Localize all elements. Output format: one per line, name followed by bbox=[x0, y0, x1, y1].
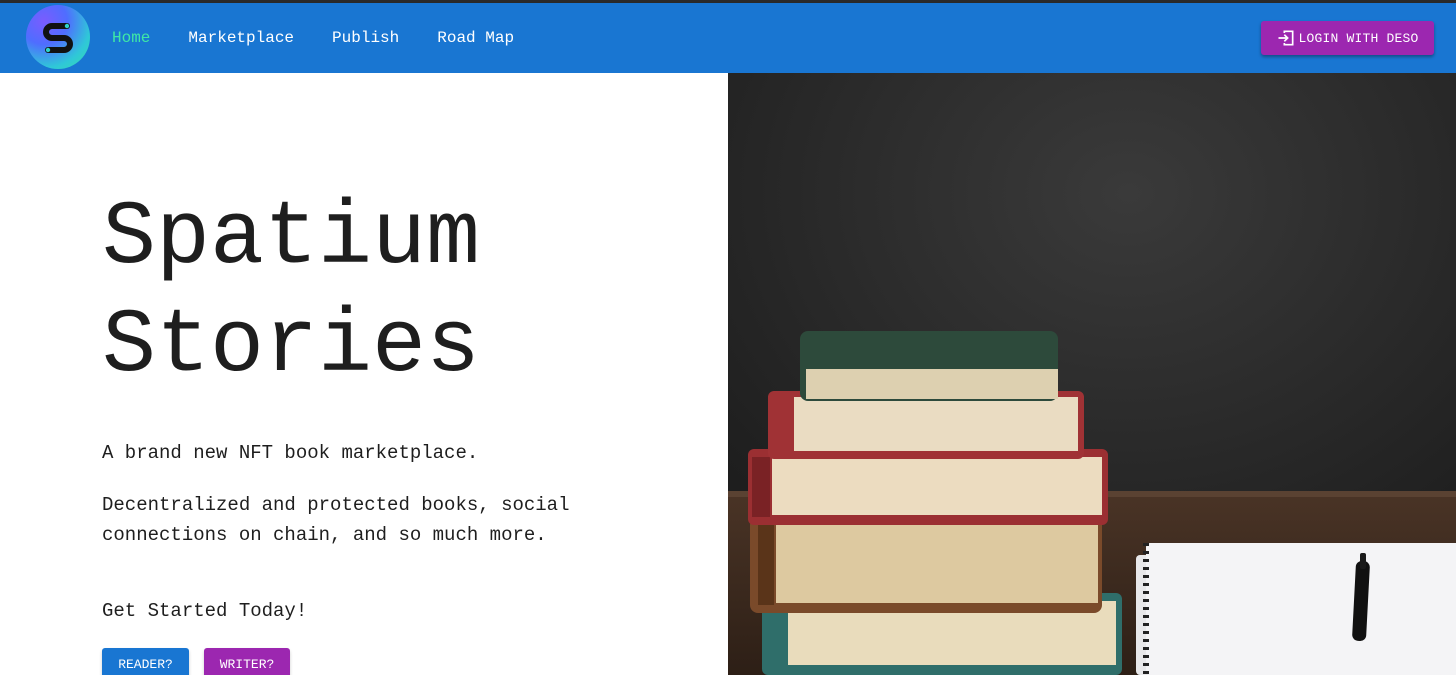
login-button-label: LOGIN WITH DESO bbox=[1298, 30, 1419, 46]
get-started-text: Get Started Today! bbox=[102, 600, 308, 622]
nav-link-road-map[interactable]: Road Map bbox=[437, 29, 514, 47]
notebook bbox=[1136, 543, 1456, 675]
logo[interactable] bbox=[26, 5, 90, 69]
hero-tagline: A brand new NFT book marketplace. bbox=[102, 442, 479, 464]
hero-text-section: Spatium Stories A brand new NFT book mar… bbox=[0, 73, 728, 675]
hero-title: Spatium Stories bbox=[102, 188, 481, 398]
book-brown bbox=[750, 517, 1102, 613]
writer-button[interactable]: WRITER? bbox=[204, 648, 290, 675]
nav-link-home[interactable]: Home bbox=[112, 29, 150, 47]
logo-s-icon bbox=[43, 23, 73, 53]
navbar: Home Marketplace Publish Road Map LOGIN … bbox=[0, 3, 1456, 73]
book-red bbox=[748, 449, 1108, 525]
hero-description: Decentralized and protected books, socia… bbox=[102, 494, 570, 546]
nav-links: Home Marketplace Publish Road Map bbox=[112, 3, 552, 73]
nav-link-marketplace[interactable]: Marketplace bbox=[188, 29, 294, 47]
nav-link-publish[interactable]: Publish bbox=[332, 29, 399, 47]
login-icon bbox=[1276, 28, 1296, 48]
books-illustration bbox=[728, 73, 1456, 675]
reader-button[interactable]: READER? bbox=[102, 648, 189, 675]
book-green bbox=[800, 331, 1058, 401]
hero-image bbox=[728, 73, 1456, 675]
book-red-small bbox=[768, 391, 1084, 459]
login-with-deso-button[interactable]: LOGIN WITH DESO bbox=[1261, 21, 1434, 55]
